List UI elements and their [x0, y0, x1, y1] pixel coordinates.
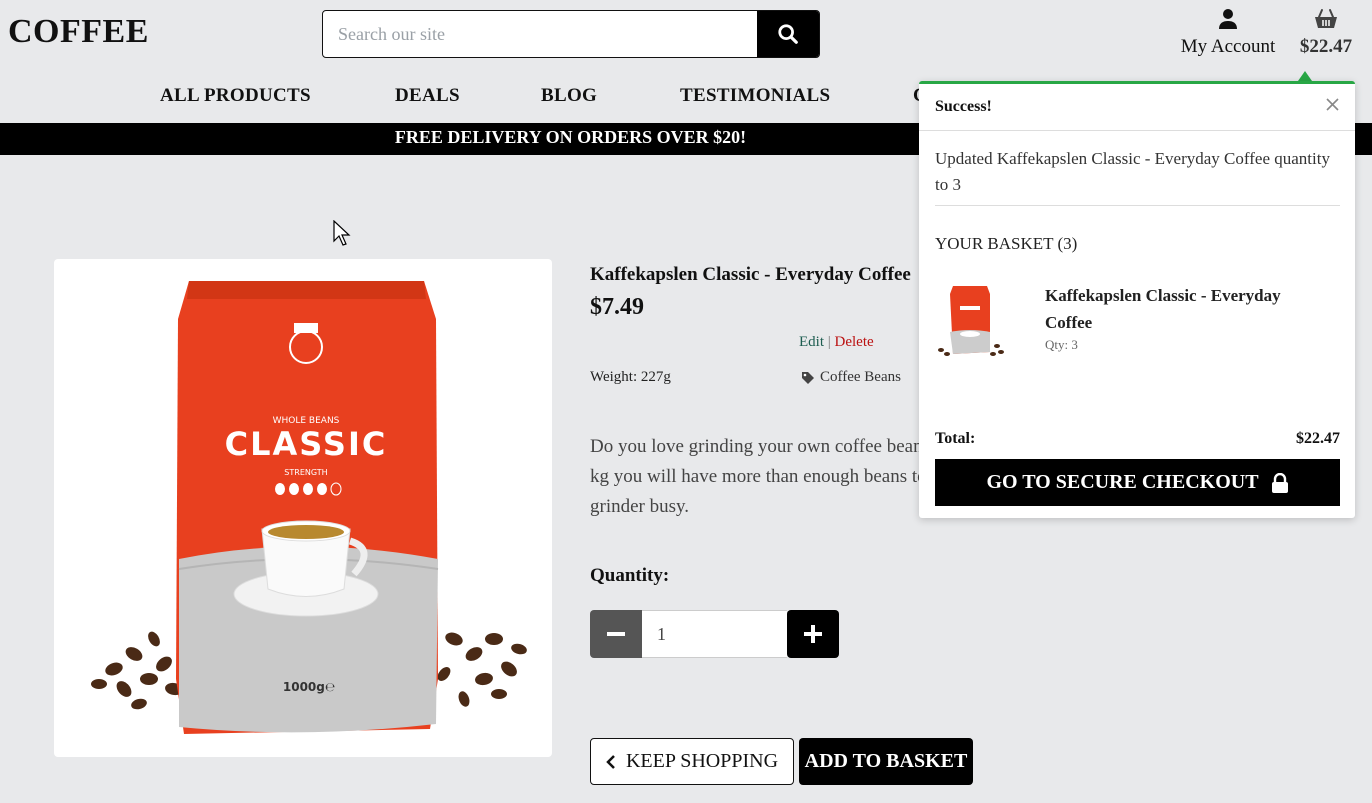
basket-heading: YOUR BASKET (3): [935, 234, 1078, 253]
toast-title: Success!: [935, 98, 992, 115]
decrement-button[interactable]: [590, 610, 642, 658]
product-category-label: Coffee Beans: [820, 369, 901, 385]
chevron-left-icon: [606, 754, 615, 769]
nav-blog[interactable]: BLOG: [541, 85, 597, 107]
nav-testimonials[interactable]: TESTIMONIALS: [680, 85, 830, 107]
lock-icon: [1271, 472, 1288, 493]
plus-icon: [804, 625, 822, 643]
basket-icon: [1315, 9, 1337, 28]
toast-message: Updated Kaffekapslen Classic - Everyday …: [935, 146, 1340, 206]
toast-arrow: [1298, 71, 1312, 81]
nav-all-products[interactable]: ALL PRODUCTS: [160, 85, 311, 107]
toast-header: Success!: [919, 84, 1355, 131]
quantity-input[interactable]: 1: [642, 610, 787, 658]
product-price: $7.49: [590, 294, 644, 320]
description-line: grinder busy.: [590, 496, 690, 517]
admin-separator: |: [827, 334, 831, 350]
product-weight: Weight: 227g: [590, 369, 671, 385]
my-account-link[interactable]: My Account: [1176, 8, 1280, 58]
main-nav: ALL PRODUCTS DEALS BLOG TESTIMONIALS C: [0, 80, 927, 122]
my-account-label: My Account: [1180, 36, 1276, 57]
add-to-basket-button[interactable]: ADD TO BASKET: [799, 738, 973, 785]
basket-item-name[interactable]: Kaffekapslen Classic - Everyday Coffee: [1045, 282, 1315, 336]
basket-item-qty: Qty: 3: [1045, 337, 1078, 352]
search-input[interactable]: [323, 11, 757, 57]
keep-shopping-label: KEEP SHOPPING: [625, 750, 779, 772]
minus-icon: [607, 632, 625, 636]
description-line: kg you will have more than enough beans …: [590, 466, 920, 487]
site-logo[interactable]: COFFEE: [8, 13, 149, 51]
delete-link[interactable]: Delete: [835, 334, 874, 350]
increment-button[interactable]: [787, 610, 839, 658]
tag-icon: [802, 371, 814, 384]
edit-link[interactable]: Edit: [799, 334, 824, 350]
admin-actions: Edit | Delete: [799, 334, 874, 351]
bag-weight-text: 1000g℮: [283, 680, 335, 694]
keep-shopping-button[interactable]: KEEP SHOPPING: [590, 738, 794, 785]
search-button[interactable]: [757, 11, 819, 57]
product-category[interactable]: Coffee Beans: [801, 369, 901, 386]
search-icon: [778, 24, 798, 44]
nav-deals[interactable]: DEALS: [395, 85, 460, 107]
checkout-label: GO TO SECURE CHECKOUT: [986, 471, 1259, 493]
basket-total-value: $22.47: [1296, 430, 1340, 447]
basket-item-thumbnail: [935, 284, 1005, 362]
basket-link[interactable]: $22.47: [1296, 8, 1356, 58]
secure-checkout-button[interactable]: GO TO SECURE CHECKOUT: [935, 459, 1340, 506]
user-icon: [1219, 9, 1237, 29]
close-icon[interactable]: [1326, 98, 1339, 111]
coffee-bag-illustration: WHOLE BEANS CLASSIC STRENGTH 1000g℮: [91, 281, 527, 734]
bag-classic-text: CLASSIC: [225, 425, 388, 463]
product-title: Kaffekapslen Classic - Everyday Coffee: [590, 264, 911, 285]
quantity-label: Quantity:: [590, 565, 670, 586]
basket-toast: Success! Updated Kaffekapslen Classic - …: [919, 81, 1355, 518]
mouse-cursor-icon: [333, 220, 351, 246]
bag-strength-text: STRENGTH: [284, 468, 327, 477]
product-image: WHOLE BEANS CLASSIC STRENGTH 1000g℮: [54, 259, 552, 757]
product-description: Do you love grinding your own coffee bea…: [590, 432, 920, 524]
description-line: Do you love grinding your own coffee bea…: [590, 436, 920, 457]
basket-total: $22.47: [1299, 36, 1353, 57]
basket-total-label: Total:: [935, 430, 976, 447]
search-bar: [322, 10, 820, 58]
quantity-stepper: 1: [590, 610, 839, 658]
